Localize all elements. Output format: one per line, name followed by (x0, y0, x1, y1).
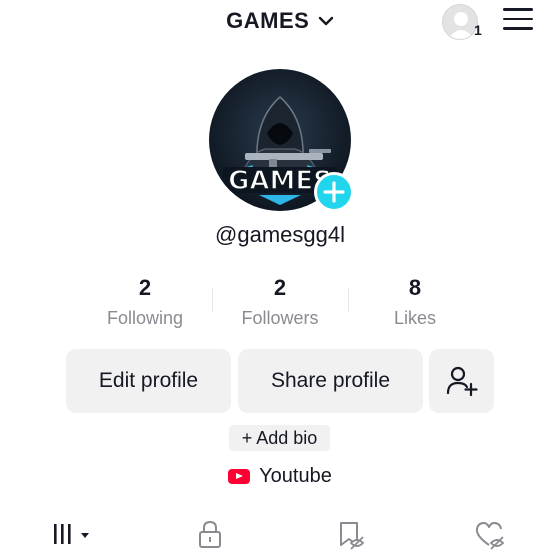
following-label: Following (106, 308, 184, 328)
following-count: 2 (138, 275, 152, 300)
likes-stat[interactable]: 8 Likes (350, 274, 480, 329)
tab-liked[interactable] (465, 515, 515, 555)
add-bio-button[interactable]: + Add bio (229, 425, 330, 451)
stat-divider (348, 288, 349, 312)
accounts-button[interactable]: 1 (442, 4, 486, 40)
profile-stats: 2 Following 2 Followers 8 Likes (0, 274, 560, 334)
stat-divider (212, 288, 213, 312)
chevron-down-icon (81, 533, 89, 538)
menu-icon[interactable] (503, 8, 533, 34)
youtube-icon (228, 469, 251, 484)
tab-private[interactable] (185, 515, 235, 555)
username: @gamesgg4l (215, 222, 345, 247)
add-user-icon (446, 366, 478, 397)
edit-profile-button[interactable]: Edit profile (66, 349, 231, 413)
lock-icon (199, 520, 221, 548)
likes-count: 8 (408, 275, 422, 300)
tab-videos[interactable] (48, 515, 98, 555)
followers-stat[interactable]: 2 Followers (215, 274, 345, 329)
content-tabs (0, 515, 560, 560)
tab-saved[interactable] (325, 515, 375, 555)
youtube-link-label: Youtube (259, 465, 332, 487)
account-count-badge: 1 (474, 22, 482, 38)
share-profile-button[interactable]: Share profile (238, 349, 423, 413)
likes-label: Likes (393, 308, 437, 328)
top-bar: GAMES 1 (0, 0, 560, 44)
followers-count: 2 (273, 275, 287, 300)
grid-icon (54, 524, 89, 544)
bookmark-hidden-icon (340, 522, 365, 550)
following-stat[interactable]: 2 Following (80, 274, 210, 329)
plus-icon (323, 181, 345, 203)
chevron-down-icon[interactable] (318, 13, 334, 29)
page-title[interactable]: GAMES (226, 8, 309, 34)
profile-avatar[interactable]: GAMES (209, 69, 354, 212)
followers-label: Followers (241, 308, 319, 328)
add-friends-button[interactable] (429, 349, 494, 413)
youtube-link[interactable]: Youtube (0, 465, 560, 488)
add-photo-button[interactable] (314, 172, 354, 212)
account-avatar-icon[interactable] (442, 4, 478, 40)
liked-hidden-icon (475, 522, 505, 550)
